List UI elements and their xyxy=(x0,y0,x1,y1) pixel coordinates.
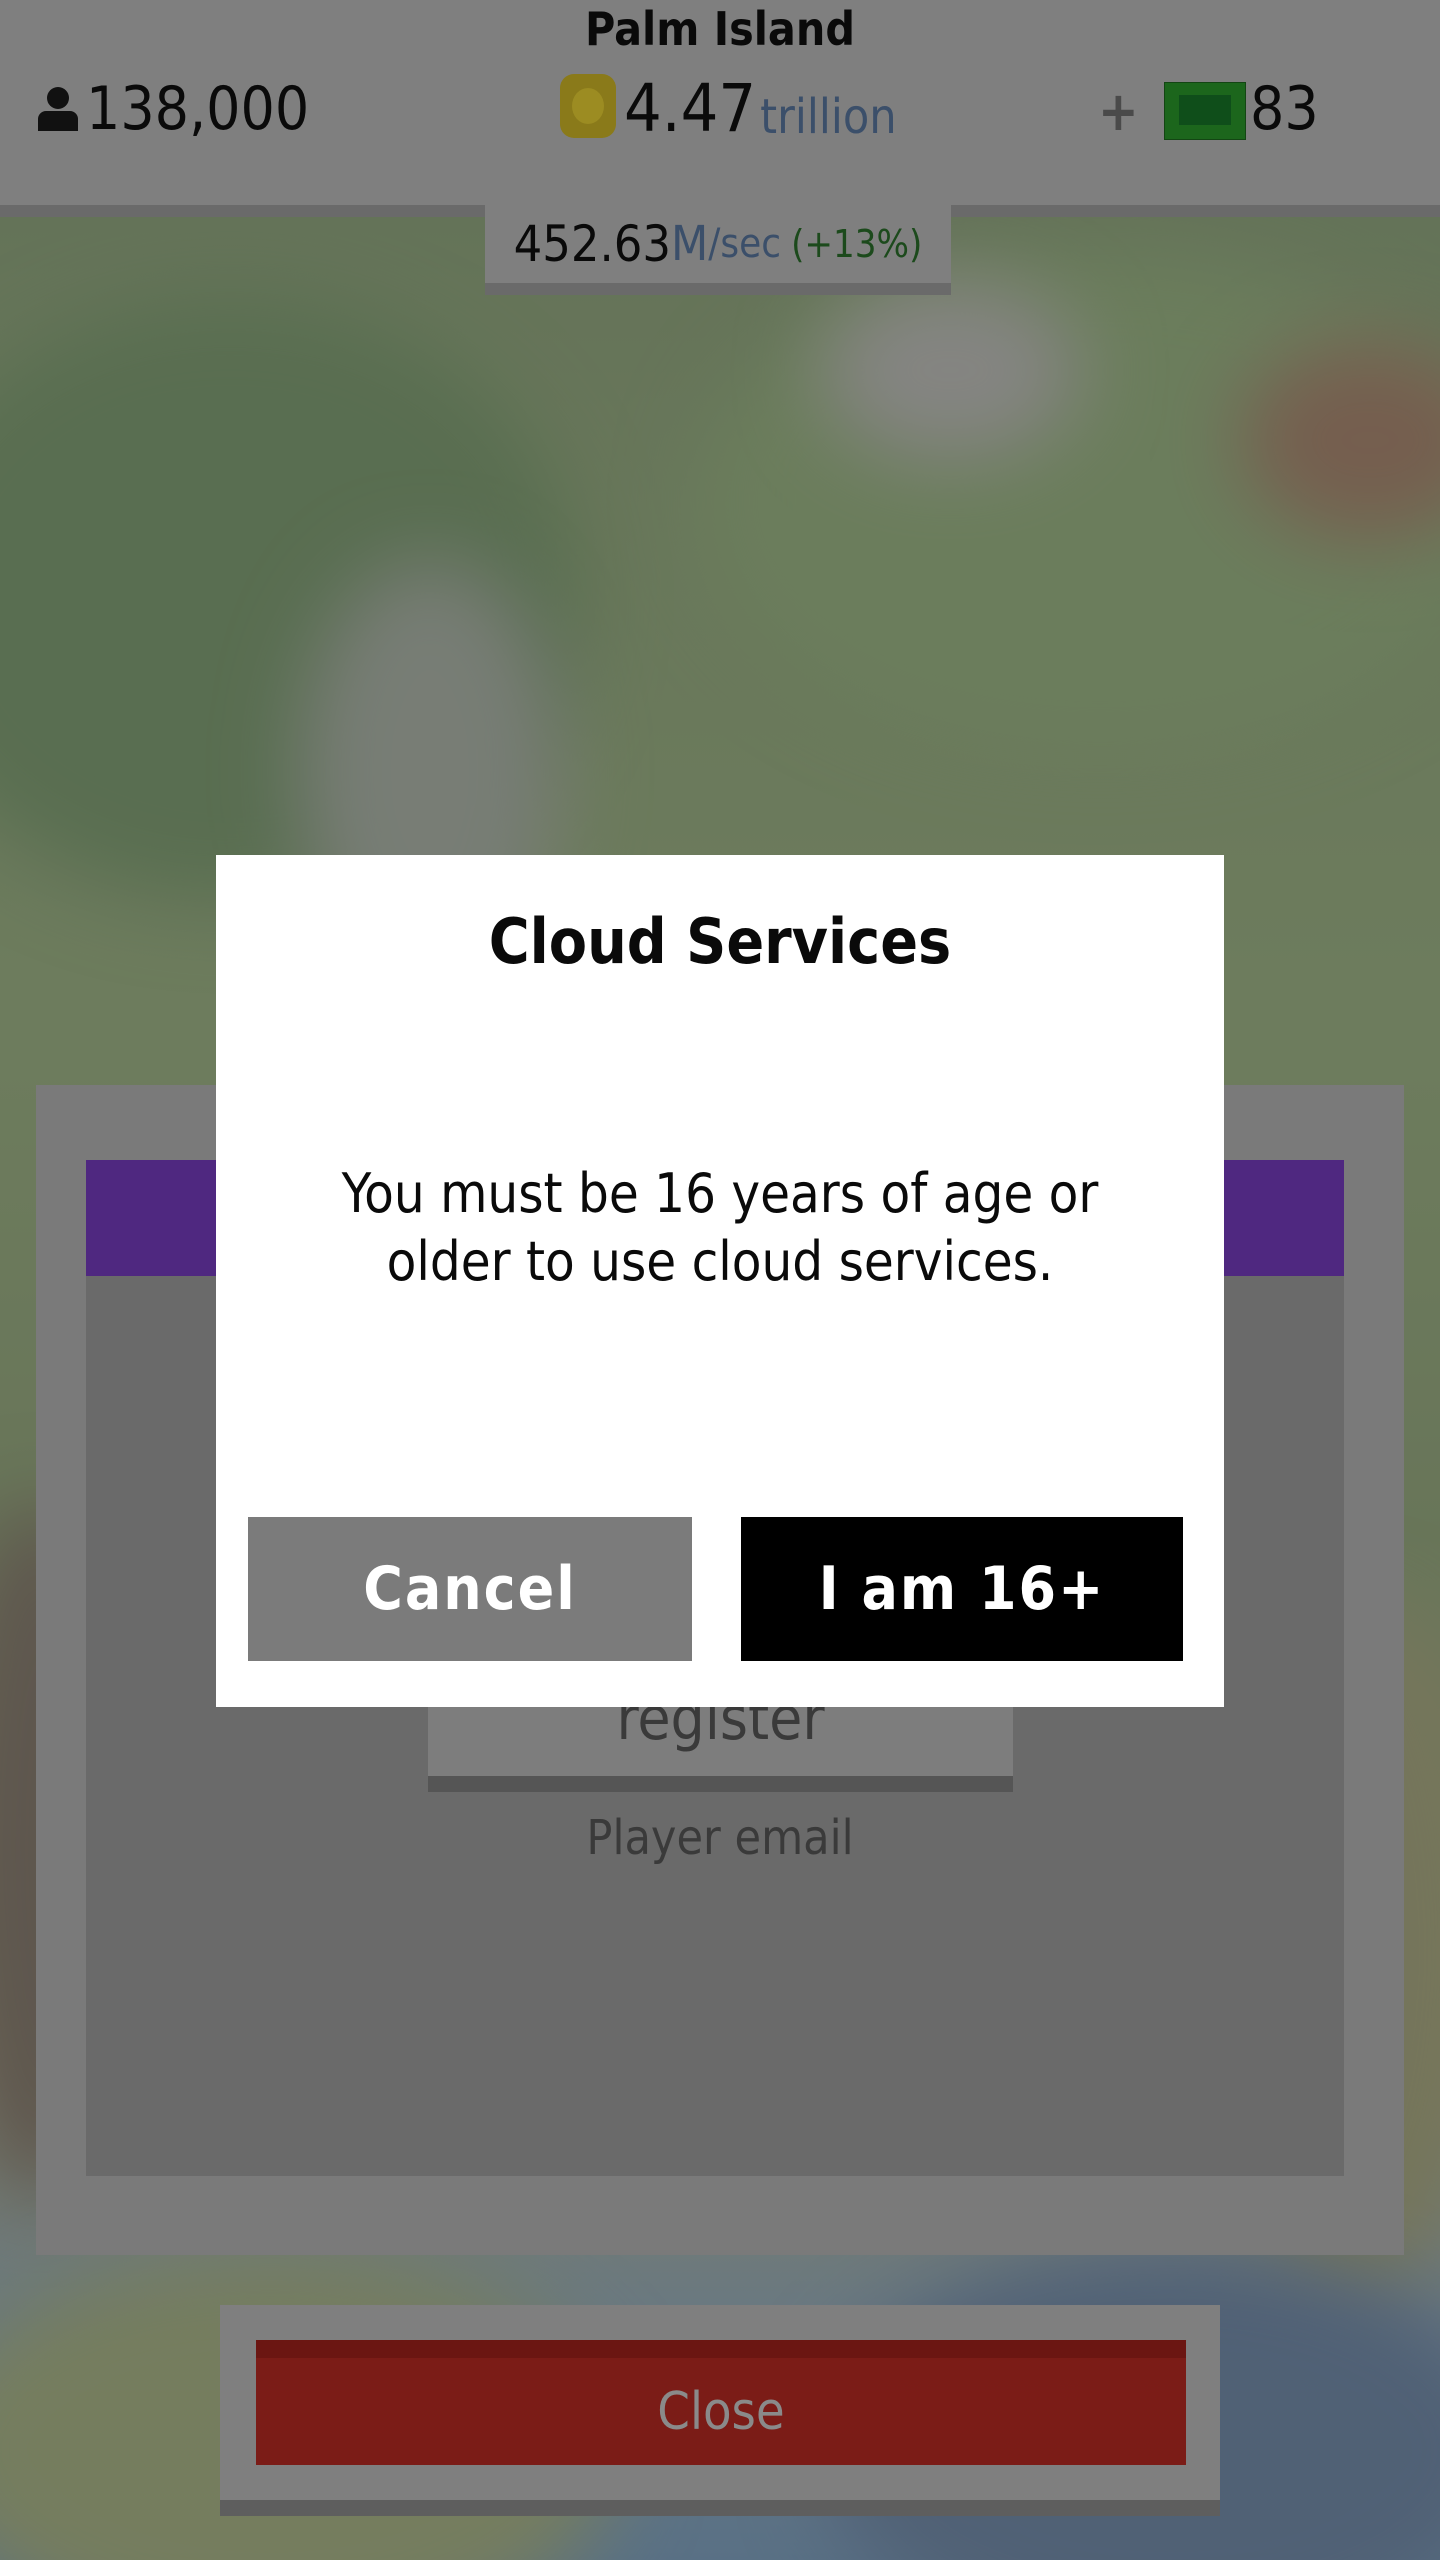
money-counter: 4.47 trillion xyxy=(560,74,897,142)
cash-icon[interactable] xyxy=(1164,82,1246,140)
dialog-message: You must be 16 years of age or older to … xyxy=(341,1162,1099,1293)
income-rate: 452.63 M /sec (+13%) xyxy=(485,205,951,283)
dialog-title: Cloud Services xyxy=(488,905,952,978)
rate-value: 452.63 xyxy=(513,215,671,273)
population-value: 138,000 xyxy=(86,74,310,144)
money-value: 4.47 xyxy=(624,70,757,147)
island-name: Palm Island xyxy=(585,2,855,56)
cloud-services-dialog: Cloud Services You must be 16 years of a… xyxy=(216,855,1224,1707)
cancel-button[interactable]: Cancel xyxy=(248,1517,692,1661)
person-icon xyxy=(36,87,80,131)
rate-suffix: /sec xyxy=(708,221,782,267)
rate-unit: M xyxy=(670,216,709,272)
add-cash-button[interactable]: + xyxy=(1098,80,1139,143)
population-counter: 138,000 xyxy=(36,74,309,144)
close-button[interactable]: Close xyxy=(256,2340,1186,2465)
rate-change: (+13%) xyxy=(791,222,923,266)
cash-count: 83 xyxy=(1250,74,1319,144)
money-unit: trillion xyxy=(760,88,897,145)
player-email-label: Player email xyxy=(586,1810,854,1866)
coin-icon xyxy=(560,74,616,138)
age-confirm-button[interactable]: I am 16+ xyxy=(741,1517,1183,1661)
